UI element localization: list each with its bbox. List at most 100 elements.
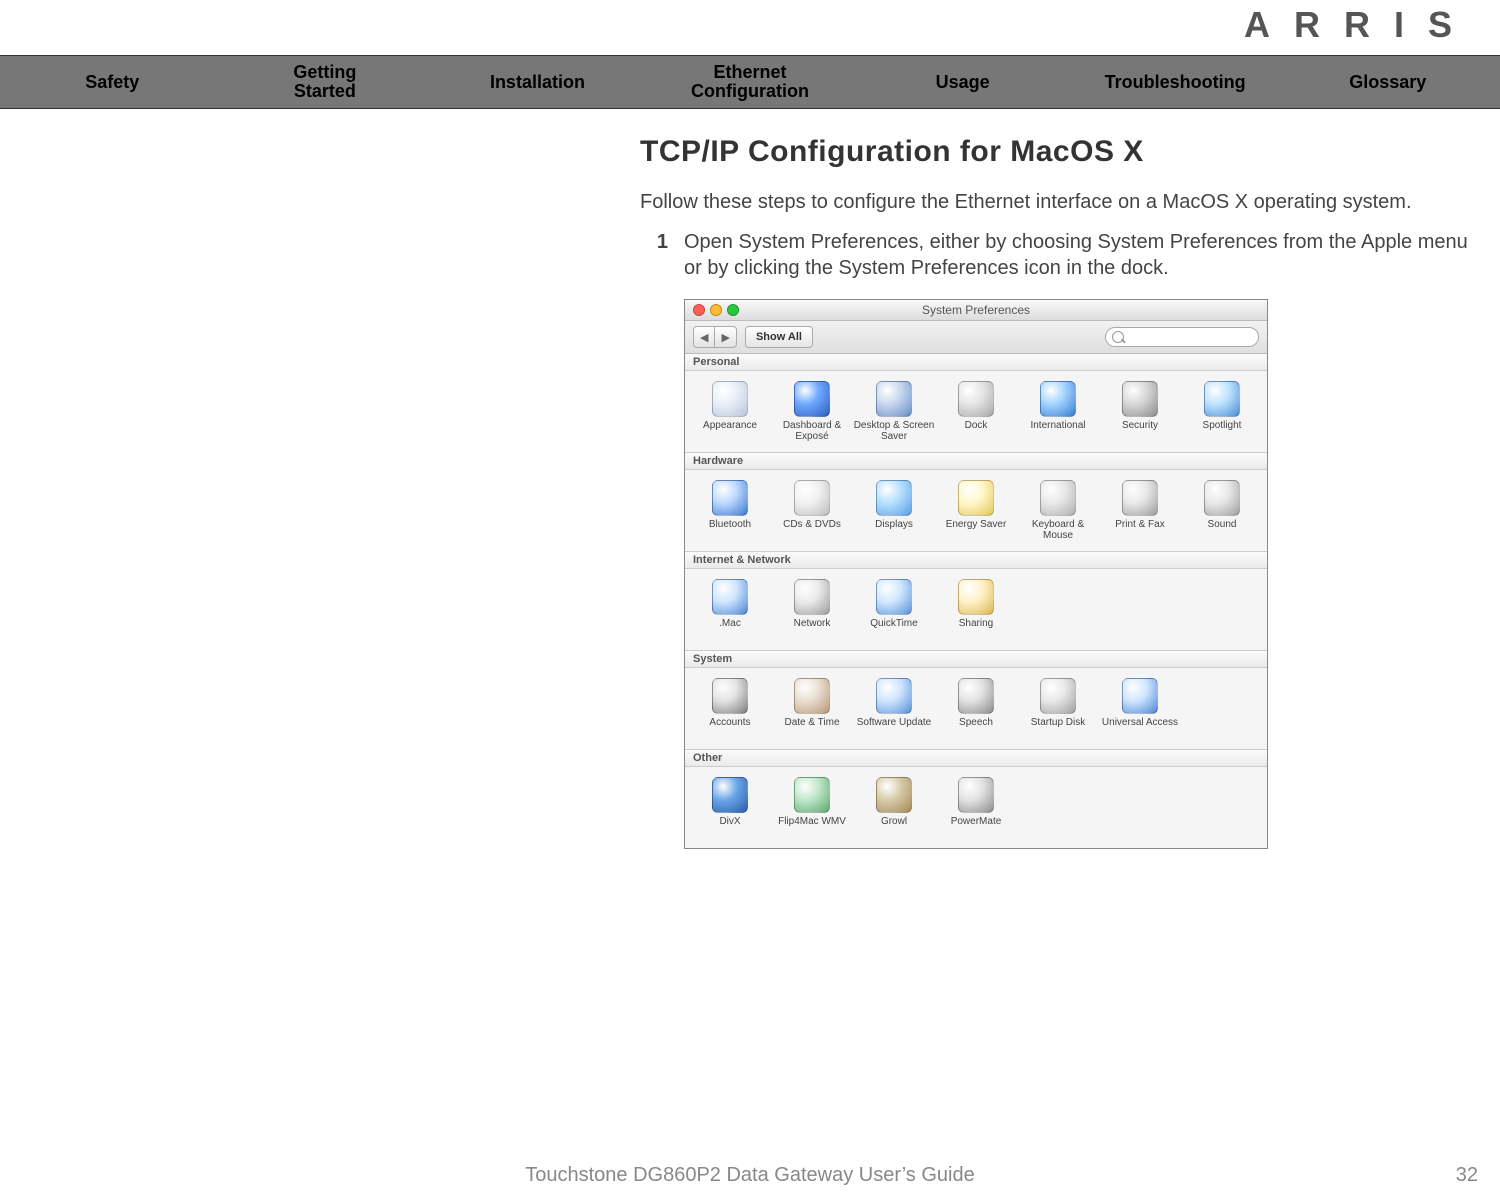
pref-item[interactable]: International xyxy=(1017,377,1099,442)
nav-usage[interactable]: Usage xyxy=(856,73,1069,92)
pref-item[interactable]: PowerMate xyxy=(935,773,1017,838)
pref-icon xyxy=(876,480,912,516)
content-area: TCP/IP Configuration for MacOS X Follow … xyxy=(640,135,1490,849)
show-all-label: Show All xyxy=(756,331,802,343)
pref-icon xyxy=(1204,480,1240,516)
pref-icon xyxy=(876,579,912,615)
sp-section-title: Personal xyxy=(685,354,1267,371)
pref-label: Accounts xyxy=(689,717,771,739)
pref-label: Flip4Mac WMV xyxy=(771,816,853,838)
pref-item[interactable]: QuickTime xyxy=(853,575,935,640)
pref-item[interactable]: Security xyxy=(1099,377,1181,442)
nav-label: Usage xyxy=(936,72,990,92)
pref-icon xyxy=(794,777,830,813)
pref-item[interactable]: Energy Saver xyxy=(935,476,1017,541)
sp-grid: AppearanceDashboard & ExposéDesktop & Sc… xyxy=(685,371,1267,452)
pref-item[interactable]: Dashboard & Exposé xyxy=(771,377,853,442)
pref-icon xyxy=(712,678,748,714)
sp-grid: .MacNetworkQuickTimeSharing xyxy=(685,569,1267,650)
nav-glossary[interactable]: Glossary xyxy=(1281,73,1494,92)
intro-text: Follow these steps to configure the Ethe… xyxy=(640,189,1490,215)
footer-title: Touchstone DG860P2 Data Gateway User’s G… xyxy=(0,1164,1500,1187)
nav-label: Troubleshooting xyxy=(1105,72,1246,92)
sp-sections: PersonalAppearanceDashboard & ExposéDesk… xyxy=(685,354,1267,848)
pref-item[interactable]: Print & Fax xyxy=(1099,476,1181,541)
sp-toolbar: ◀ ▶ Show All xyxy=(685,321,1267,354)
pref-item[interactable]: Startup Disk xyxy=(1017,674,1099,739)
pref-label: Security xyxy=(1099,420,1181,442)
step-1: 1 Open System Preferences, either by cho… xyxy=(640,229,1490,281)
pref-label: Universal Access xyxy=(1099,717,1181,739)
sp-grid: BluetoothCDs & DVDsDisplaysEnergy SaverK… xyxy=(685,470,1267,551)
pref-item[interactable]: Date & Time xyxy=(771,674,853,739)
pref-item[interactable]: Sharing xyxy=(935,575,1017,640)
pref-label: CDs & DVDs xyxy=(771,519,853,541)
pref-label: Software Update xyxy=(853,717,935,739)
pref-item[interactable]: .Mac xyxy=(689,575,771,640)
pref-item[interactable]: Speech xyxy=(935,674,1017,739)
pref-item[interactable]: Flip4Mac WMV xyxy=(771,773,853,838)
nav-label: Installation xyxy=(490,72,585,92)
pref-item[interactable]: Software Update xyxy=(853,674,935,739)
show-all-button[interactable]: Show All xyxy=(745,326,813,348)
brand-logo: ARRIS xyxy=(1244,4,1476,46)
page-heading: TCP/IP Configuration for MacOS X xyxy=(640,135,1490,169)
pref-label: .Mac xyxy=(689,618,771,640)
pref-item[interactable]: Sound xyxy=(1181,476,1263,541)
pref-icon xyxy=(876,678,912,714)
pref-icon xyxy=(1040,480,1076,516)
pref-label: Bluetooth xyxy=(689,519,771,541)
step-number: 1 xyxy=(640,229,668,281)
pref-item[interactable]: Accounts xyxy=(689,674,771,739)
pref-item[interactable]: Dock xyxy=(935,377,1017,442)
search-icon xyxy=(1112,331,1124,343)
nav-troubleshooting[interactable]: Troubleshooting xyxy=(1069,73,1282,92)
pref-item[interactable]: DivX xyxy=(689,773,771,838)
pref-label: DivX xyxy=(689,816,771,838)
page-number: 32 xyxy=(1456,1164,1478,1187)
sp-grid: DivXFlip4Mac WMVGrowlPowerMate xyxy=(685,767,1267,848)
pref-label: Desktop & Screen Saver xyxy=(853,420,935,442)
pref-icon xyxy=(1204,381,1240,417)
pref-label: Dock xyxy=(935,420,1017,442)
pref-icon xyxy=(876,777,912,813)
nav-buttons: ◀ ▶ xyxy=(693,326,737,348)
pref-icon xyxy=(876,381,912,417)
pref-icon xyxy=(1040,381,1076,417)
pref-icon xyxy=(958,579,994,615)
pref-item[interactable]: Appearance xyxy=(689,377,771,442)
search-input[interactable] xyxy=(1105,327,1259,347)
forward-button[interactable]: ▶ xyxy=(715,326,736,348)
pref-item[interactable]: Desktop & Screen Saver xyxy=(853,377,935,442)
pref-label: International xyxy=(1017,420,1099,442)
pref-item[interactable]: Network xyxy=(771,575,853,640)
pref-item[interactable]: Bluetooth xyxy=(689,476,771,541)
back-button[interactable]: ◀ xyxy=(693,326,715,348)
pref-item[interactable]: CDs & DVDs xyxy=(771,476,853,541)
system-preferences-window: System Preferences ◀ ▶ Show All Personal… xyxy=(684,299,1268,849)
pref-label: Dashboard & Exposé xyxy=(771,420,853,442)
sp-section-title: Other xyxy=(685,749,1267,767)
sp-section-title: System xyxy=(685,650,1267,668)
pref-label: Sharing xyxy=(935,618,1017,640)
pref-item[interactable]: Spotlight xyxy=(1181,377,1263,442)
pref-label: Displays xyxy=(853,519,935,541)
nav-ethernet-config[interactable]: Ethernet Configuration xyxy=(644,63,857,101)
nav-getting-started[interactable]: Getting Started xyxy=(219,63,432,101)
pref-label: Print & Fax xyxy=(1099,519,1181,541)
pref-item[interactable]: Growl xyxy=(853,773,935,838)
nav-safety[interactable]: Safety xyxy=(6,73,219,92)
pref-label: Date & Time xyxy=(771,717,853,739)
pref-icon xyxy=(712,579,748,615)
nav-installation[interactable]: Installation xyxy=(431,73,644,92)
nav-label: Glossary xyxy=(1349,72,1426,92)
pref-icon xyxy=(794,579,830,615)
pref-item[interactable]: Displays xyxy=(853,476,935,541)
pref-item[interactable]: Universal Access xyxy=(1099,674,1181,739)
pref-item[interactable]: Keyboard & Mouse xyxy=(1017,476,1099,541)
pref-label: PowerMate xyxy=(935,816,1017,838)
pref-icon xyxy=(794,678,830,714)
pref-label: Growl xyxy=(853,816,935,838)
pref-label: Spotlight xyxy=(1181,420,1263,442)
pref-icon xyxy=(1040,678,1076,714)
